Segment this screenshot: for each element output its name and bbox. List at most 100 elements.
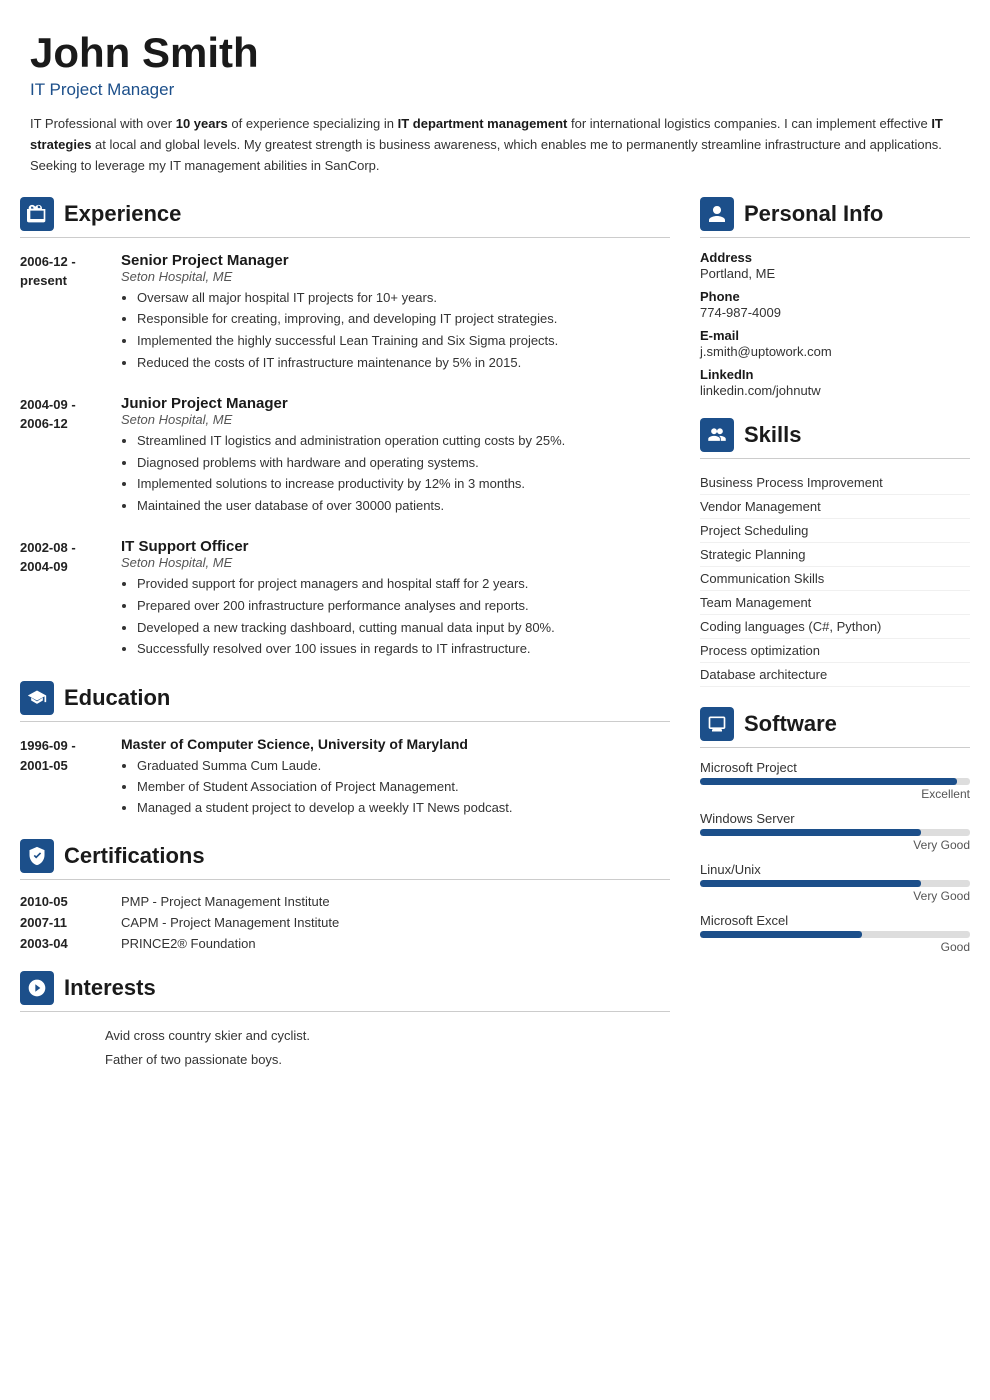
skills-icon: [700, 418, 734, 452]
phone-label: Phone: [700, 289, 970, 304]
bullet: Provided support for project managers an…: [137, 574, 670, 595]
software-item-0: Microsoft Project Excellent: [700, 760, 970, 801]
exp-bullets-2: Streamlined IT logistics and administrat…: [121, 431, 670, 517]
candidate-title: IT Project Manager: [30, 80, 960, 100]
cert-date-1: 2010-05: [20, 894, 105, 909]
bar-label-1: Very Good: [700, 838, 970, 852]
degree-1: Master of Computer Science, University o…: [121, 736, 513, 752]
bullet: Developed a new tracking dashboard, cutt…: [137, 618, 670, 639]
address-label: Address: [700, 250, 970, 265]
bar-track-3: [700, 931, 970, 938]
bar-fill-3: [700, 931, 862, 938]
certifications-divider: [20, 879, 670, 880]
cert-name-1: PMP - Project Management Institute: [121, 894, 330, 909]
experience-section: Experience 2006-12 - present Senior Proj…: [20, 197, 670, 662]
experience-divider: [20, 237, 670, 238]
bullet: Streamlined IT logistics and administrat…: [137, 431, 670, 452]
exp-dates-1: 2006-12 - present: [20, 252, 105, 375]
company-3: Seton Hospital, ME: [121, 555, 670, 570]
personal-info-header: Personal Info: [700, 197, 970, 231]
edu-content-1: Master of Computer Science, University o…: [121, 736, 513, 818]
skill-item-3: Strategic Planning: [700, 543, 970, 567]
skills-title: Skills: [744, 422, 801, 448]
bar-fill-1: [700, 829, 921, 836]
exp-dates-3: 2002-08 - 2004-09: [20, 538, 105, 661]
experience-header: Experience: [20, 197, 670, 231]
right-column: Personal Info Address Portland, ME Phone…: [700, 197, 970, 1370]
linkedin-value: linkedin.com/johnutw: [700, 383, 970, 398]
bar-track-2: [700, 880, 970, 887]
header: John Smith IT Project Manager IT Profess…: [0, 0, 990, 197]
certifications-title: Certifications: [64, 843, 205, 869]
job-title-2: Junior Project Manager: [121, 395, 670, 412]
job-title-3: IT Support Officer: [121, 538, 670, 555]
bar-fill-0: [700, 778, 957, 785]
interest-item-1: Avid cross country skier and cyclist.: [20, 1026, 670, 1047]
certifications-section: Certifications 2010-05 PMP - Project Man…: [20, 839, 670, 951]
address-value: Portland, ME: [700, 266, 970, 281]
software-name-1: Windows Server: [700, 811, 970, 826]
exp-bullets-3: Provided support for project managers an…: [121, 574, 670, 660]
edu-bullets-1: Graduated Summa Cum Laude. Member of Stu…: [121, 756, 513, 818]
software-icon: [700, 707, 734, 741]
skills-section: Skills Business Process Improvement Vend…: [700, 418, 970, 687]
skill-item-6: Coding languages (C#, Python): [700, 615, 970, 639]
company-2: Seton Hospital, ME: [121, 412, 670, 427]
exp-content-2: Junior Project Manager Seton Hospital, M…: [121, 395, 670, 518]
bullet: Member of Student Association of Project…: [137, 777, 513, 798]
bullet: Implemented solutions to increase produc…: [137, 474, 670, 495]
email-label: E-mail: [700, 328, 970, 343]
company-1: Seton Hospital, ME: [121, 269, 670, 284]
job-title-1: Senior Project Manager: [121, 252, 670, 269]
bar-label-2: Very Good: [700, 889, 970, 903]
bullet: Managed a student project to develop a w…: [137, 798, 513, 819]
bar-fill-2: [700, 880, 921, 887]
education-icon: [20, 681, 54, 715]
interests-divider: [20, 1011, 670, 1012]
experience-entry-3: 2002-08 - 2004-09 IT Support Officer Set…: [20, 538, 670, 661]
bar-track-0: [700, 778, 970, 785]
bullet: Implemented the highly successful Lean T…: [137, 331, 670, 352]
cert-entry-3: 2003-04 PRINCE2® Foundation: [20, 936, 670, 951]
body-layout: Experience 2006-12 - present Senior Proj…: [0, 197, 990, 1400]
bullet: Responsible for creating, improving, and…: [137, 309, 670, 330]
skills-header: Skills: [700, 418, 970, 452]
linkedin-label: LinkedIn: [700, 367, 970, 382]
interests-section: Interests Avid cross country skier and c…: [20, 971, 670, 1072]
education-header: Education: [20, 681, 670, 715]
cert-name-2: CAPM - Project Management Institute: [121, 915, 339, 930]
experience-entry-1: 2006-12 - present Senior Project Manager…: [20, 252, 670, 375]
software-name-3: Microsoft Excel: [700, 913, 970, 928]
certifications-icon: [20, 839, 54, 873]
software-item-3: Microsoft Excel Good: [700, 913, 970, 954]
software-section: Software Microsoft Project Excellent Win…: [700, 707, 970, 954]
cert-entry-2: 2007-11 CAPM - Project Management Instit…: [20, 915, 670, 930]
education-title: Education: [64, 685, 170, 711]
personal-info-section: Personal Info Address Portland, ME Phone…: [700, 197, 970, 398]
exp-dates-2: 2004-09 - 2006-12: [20, 395, 105, 518]
skill-item-8: Database architecture: [700, 663, 970, 687]
personal-info-title: Personal Info: [744, 201, 883, 227]
interests-title: Interests: [64, 975, 156, 1001]
personal-info-divider: [700, 237, 970, 238]
experience-icon: [20, 197, 54, 231]
cert-entry-1: 2010-05 PMP - Project Management Institu…: [20, 894, 670, 909]
edu-dates-1: 1996-09 - 2001-05: [20, 736, 105, 818]
certifications-header: Certifications: [20, 839, 670, 873]
bullet: Oversaw all major hospital IT projects f…: [137, 288, 670, 309]
bullet: Prepared over 200 infrastructure perform…: [137, 596, 670, 617]
experience-title: Experience: [64, 201, 181, 227]
bar-track-1: [700, 829, 970, 836]
interests-header: Interests: [20, 971, 670, 1005]
cert-name-3: PRINCE2® Foundation: [121, 936, 256, 951]
education-entry-1: 1996-09 - 2001-05 Master of Computer Sci…: [20, 736, 670, 818]
left-column: Experience 2006-12 - present Senior Proj…: [20, 197, 670, 1370]
skill-item-5: Team Management: [700, 591, 970, 615]
phone-value: 774-987-4009: [700, 305, 970, 320]
personal-info-icon: [700, 197, 734, 231]
candidate-name: John Smith: [30, 30, 960, 76]
software-item-1: Windows Server Very Good: [700, 811, 970, 852]
education-divider: [20, 721, 670, 722]
software-title: Software: [744, 711, 837, 737]
skills-divider: [700, 458, 970, 459]
